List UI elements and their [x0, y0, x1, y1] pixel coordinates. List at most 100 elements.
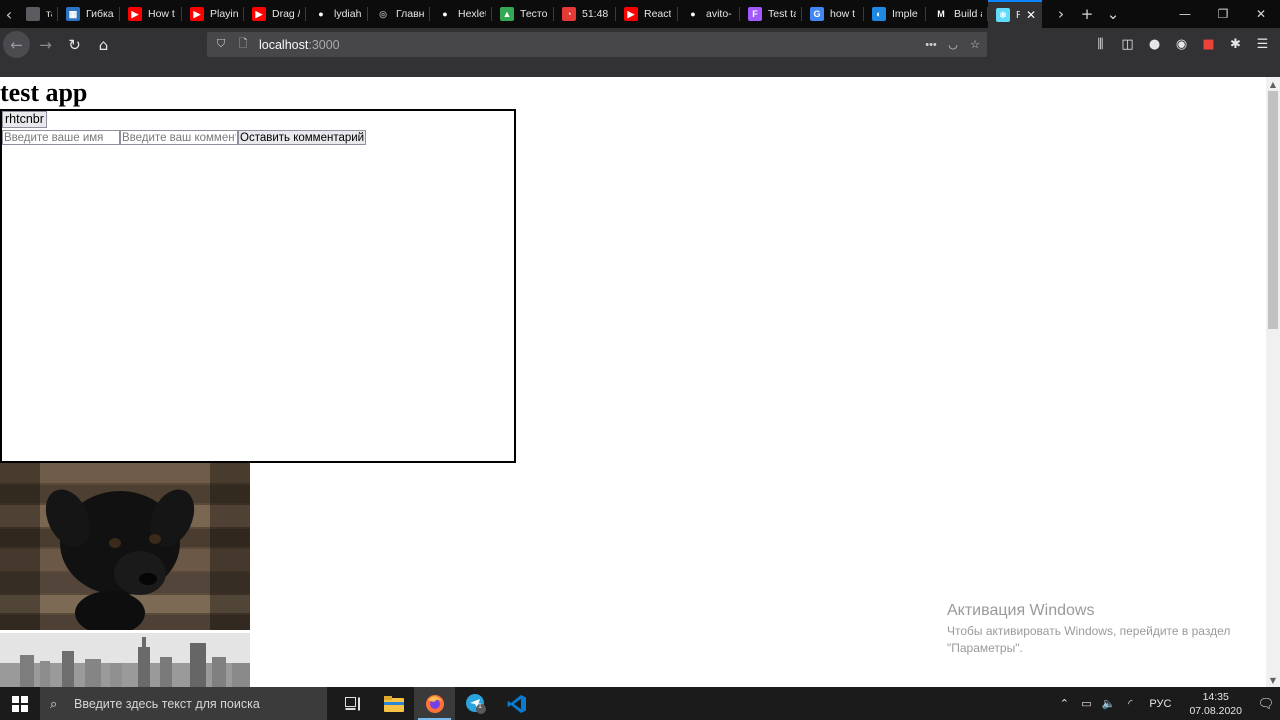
- menu-icon[interactable]: ☰: [1249, 32, 1276, 57]
- browser-tab[interactable]: ▶ Playin: [182, 0, 244, 28]
- name-input[interactable]: [2, 130, 120, 145]
- browser-tab[interactable]: M Build a: [926, 0, 988, 28]
- taskbar-clock[interactable]: 14:35 07.08.2020: [1189, 690, 1242, 718]
- youtube-icon: ▶: [252, 7, 266, 21]
- extension-red-icon[interactable]: ■: [1195, 32, 1222, 57]
- react-icon: ⚛: [996, 8, 1010, 22]
- tab-title: how t: [830, 8, 856, 20]
- browser-tab[interactable]: ⚛ Re ✕: [988, 0, 1042, 28]
- submit-comment-button[interactable]: Оставить комментарий: [238, 130, 367, 145]
- restore-icon[interactable]: ❐: [1204, 0, 1242, 28]
- scroll-up-icon[interactable]: ▲: [1266, 77, 1280, 91]
- browser-tab[interactable]: Ghow t: [802, 0, 864, 28]
- tab-scroll-left-icon[interactable]: ‹: [0, 0, 18, 28]
- page-actions-icon[interactable]: •••: [923, 37, 939, 53]
- tab-scroll-right-icon[interactable]: ›: [1048, 0, 1074, 28]
- github-icon: ●: [690, 9, 696, 19]
- notifications-icon[interactable]: 🗨: [1252, 696, 1280, 712]
- windows-start-icon[interactable]: [0, 687, 40, 720]
- page-info-icon[interactable]: 🗋: [235, 37, 251, 53]
- browser-tab-strip: ‹ та ▦ Гибка ▶ How t ▶ Playin ▶ Drag / ● lydiah ◎ Гл…: [0, 0, 1280, 28]
- clock-date: 07.08.2020: [1189, 704, 1242, 717]
- extension-gear-icon[interactable]: ✱: [1222, 32, 1249, 57]
- url-bar[interactable]: ⛉ 🗋 localhost:3000 ••• ◡ ☆: [207, 32, 987, 57]
- browser-tab[interactable]: ▶ Drag /: [244, 0, 306, 28]
- windows-activation-watermark: Активация Windows Чтобы активировать Win…: [947, 601, 1247, 657]
- tab-title: та: [46, 8, 52, 20]
- scroll-down-icon[interactable]: ▼: [1266, 673, 1280, 687]
- battery-icon[interactable]: ▭: [1075, 697, 1097, 710]
- windows-logo: [12, 695, 28, 712]
- task-view-icon[interactable]: [332, 687, 373, 720]
- google-icon: G: [810, 7, 824, 21]
- browser-tab[interactable]: ▲ Тесто: [492, 0, 554, 28]
- comment-form: Оставить комментарий: [2, 130, 367, 145]
- new-tab-icon[interactable]: +: [1074, 0, 1100, 28]
- minimize-icon[interactable]: —: [1166, 0, 1204, 28]
- toolbar-spacer: [0, 61, 1280, 77]
- browser-tab[interactable]: ◐ Imple: [864, 0, 926, 28]
- tab-title: Hexlet: [458, 8, 486, 20]
- tray-overflow-icon[interactable]: ⌃: [1053, 697, 1075, 710]
- browser-nav-bar: ← → ↻ ⌂ ⛉ 🗋 localhost:3000 ••• ◡ ☆ ⫼ ◫ ●…: [0, 28, 1280, 61]
- close-window-icon[interactable]: ✕: [1242, 0, 1280, 28]
- tab-title: Drag /: [272, 8, 300, 20]
- browser-tab[interactable]: ● lydiah: [306, 0, 368, 28]
- browser-tab[interactable]: ● Hexlet: [430, 0, 492, 28]
- taskbar-search-box[interactable]: ⌕ Введите здесь текст для поиска: [40, 687, 327, 720]
- browser-tab[interactable]: та: [18, 0, 58, 28]
- sidebar-icon[interactable]: ◫: [1114, 32, 1141, 57]
- url-port: :3000: [308, 37, 340, 52]
- browser-tab[interactable]: F Test ta: [740, 0, 802, 28]
- comment-input[interactable]: [120, 130, 238, 145]
- tab-strip-buttons: › + ⌄: [1048, 0, 1126, 28]
- tab-title: 51:48 |: [582, 8, 610, 20]
- telegram-taskbar-icon[interactable]: 1: [455, 687, 496, 720]
- home-icon[interactable]: ⌂: [90, 31, 117, 58]
- url-text[interactable]: localhost:3000: [259, 38, 340, 52]
- reload-icon[interactable]: ↻: [61, 31, 88, 58]
- city-image: [0, 633, 250, 687]
- close-tab-icon[interactable]: ✕: [1026, 8, 1036, 22]
- tab-title: avito-: [706, 8, 732, 20]
- language-indicator[interactable]: РУС: [1149, 698, 1171, 710]
- tab-list: та ▦ Гибка ▶ How t ▶ Playin ▶ Drag / ● lydiah ◎ Глав…: [18, 0, 1042, 28]
- vscode-taskbar-icon[interactable]: [496, 687, 537, 720]
- flexbox-icon: ▦: [66, 7, 80, 21]
- browser-tab[interactable]: ◎ Главн: [368, 0, 430, 28]
- window-controls: — ❐ ✕: [1166, 0, 1280, 28]
- library-icon[interactable]: ⫼: [1087, 32, 1114, 57]
- scrollbar-thumb[interactable]: [1268, 91, 1278, 329]
- network-icon[interactable]: ◜: [1119, 697, 1141, 710]
- city-image-drawing: [0, 633, 250, 687]
- url-actions: ••• ◡ ☆: [917, 37, 983, 53]
- pocket-icon[interactable]: ◡: [945, 37, 961, 53]
- forward-icon[interactable]: →: [32, 31, 59, 58]
- browser-tab[interactable]: ▶ React: [616, 0, 678, 28]
- comments-box: rhtcnbr Оставить комментарий: [0, 109, 516, 463]
- tab-title: Главн: [396, 8, 424, 20]
- task-view-drawing: [344, 696, 360, 710]
- browser-tab[interactable]: ▦ Гибка: [58, 0, 120, 28]
- list-all-tabs-icon[interactable]: ⌄: [1100, 0, 1126, 28]
- comment-item[interactable]: rhtcnbr: [2, 111, 47, 128]
- file-explorer-icon[interactable]: [373, 687, 414, 720]
- firefox-taskbar-icon[interactable]: [414, 687, 455, 720]
- browser-tab[interactable]: ▶ How t: [120, 0, 182, 28]
- system-tray: ⌃ ▭ 🔈 ◜ РУС 14:35 07.08.2020 🗨: [1053, 687, 1280, 720]
- bookmark-star-icon[interactable]: ☆: [967, 37, 983, 53]
- extension-ghostery-icon[interactable]: ◉: [1168, 32, 1195, 57]
- dog-image-drawing: [0, 463, 250, 630]
- page-scrollbar[interactable]: ▲ ▼: [1266, 77, 1280, 687]
- shield-icon[interactable]: ⛉: [213, 37, 229, 53]
- page-title: test app: [0, 78, 88, 107]
- account-icon[interactable]: ●: [1141, 32, 1168, 57]
- browser-tab[interactable]: ● avito-: [678, 0, 740, 28]
- tab-title: How t: [148, 8, 175, 20]
- spinner-icon: ◐: [872, 7, 886, 21]
- browser-tab[interactable]: ◔ 51:48 |: [554, 0, 616, 28]
- back-icon[interactable]: ←: [3, 31, 30, 58]
- timer-icon: ◔: [562, 7, 576, 21]
- volume-icon[interactable]: 🔈: [1097, 697, 1119, 710]
- medium-icon: M: [937, 9, 945, 19]
